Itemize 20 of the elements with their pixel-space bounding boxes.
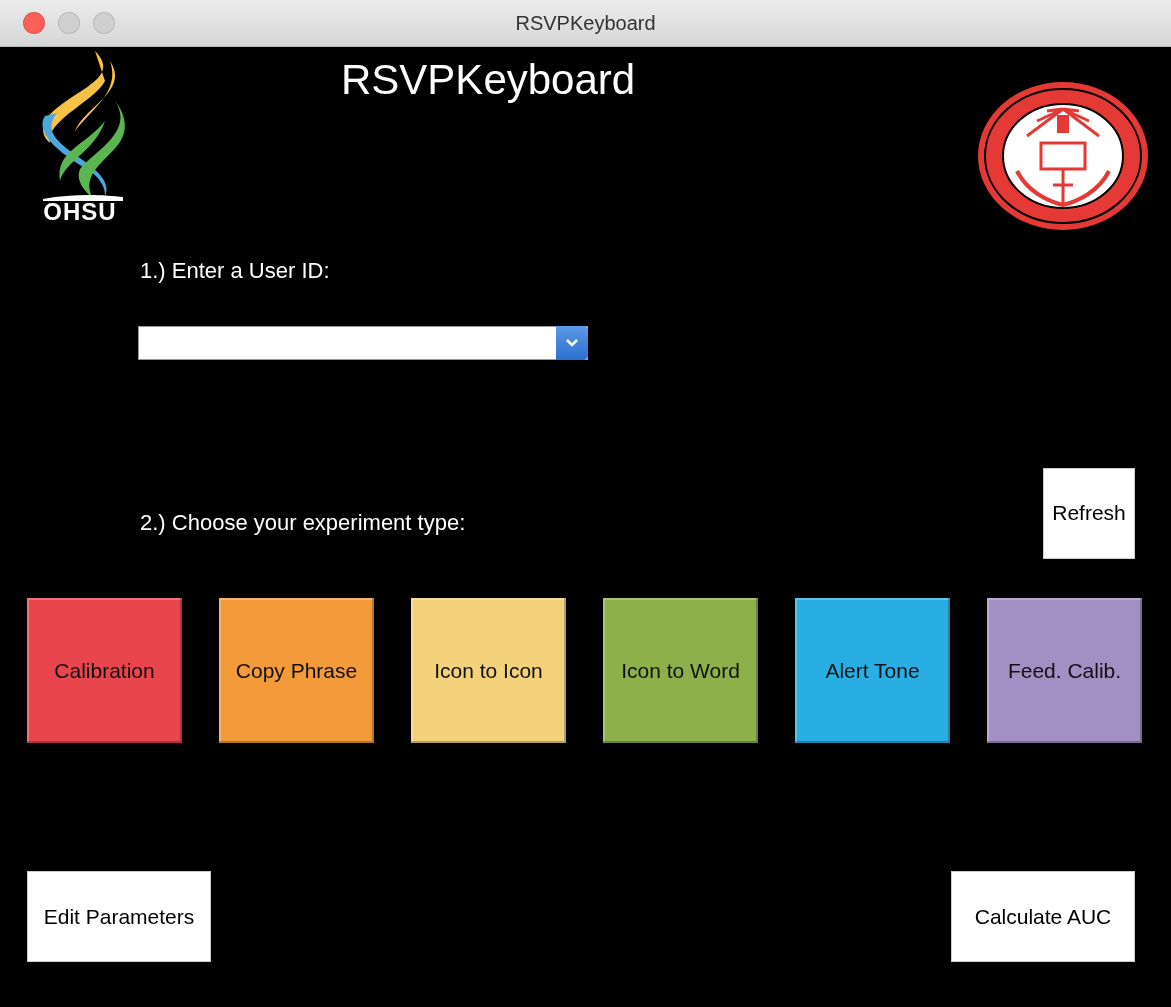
window-title: RSVPKeyboard — [515, 11, 656, 35]
experiment-type-button[interactable]: Calibration — [27, 598, 182, 743]
zoom-button[interactable] — [93, 12, 115, 34]
experiment-type-button[interactable]: Alert Tone — [795, 598, 950, 743]
edit-parameters-button[interactable]: Edit Parameters — [27, 871, 211, 962]
experiment-type-button[interactable]: Icon to Word — [603, 598, 758, 743]
refresh-button[interactable]: Refresh — [1043, 467, 1135, 559]
app-title: RSVPKeyboard — [341, 55, 636, 105]
calculate-auc-button[interactable]: Calculate AUC — [951, 871, 1135, 962]
logo-text: OHSU — [43, 199, 117, 225]
dropdown-button[interactable] — [556, 326, 588, 360]
experiment-type-button[interactable]: Feed. Calib. — [987, 598, 1142, 743]
experiment-type-label: 2.) Choose your experiment type: — [140, 509, 466, 537]
experiment-type-button[interactable]: Copy Phrase — [219, 598, 374, 743]
minimize-button[interactable] — [58, 12, 80, 34]
user-id-combobox[interactable] — [138, 326, 588, 360]
user-id-label: 1.) Enter a User ID: — [140, 257, 331, 285]
experiment-type-button[interactable]: Icon to Icon — [411, 598, 566, 743]
chevron-down-icon — [565, 338, 579, 348]
close-button[interactable] — [23, 12, 45, 34]
